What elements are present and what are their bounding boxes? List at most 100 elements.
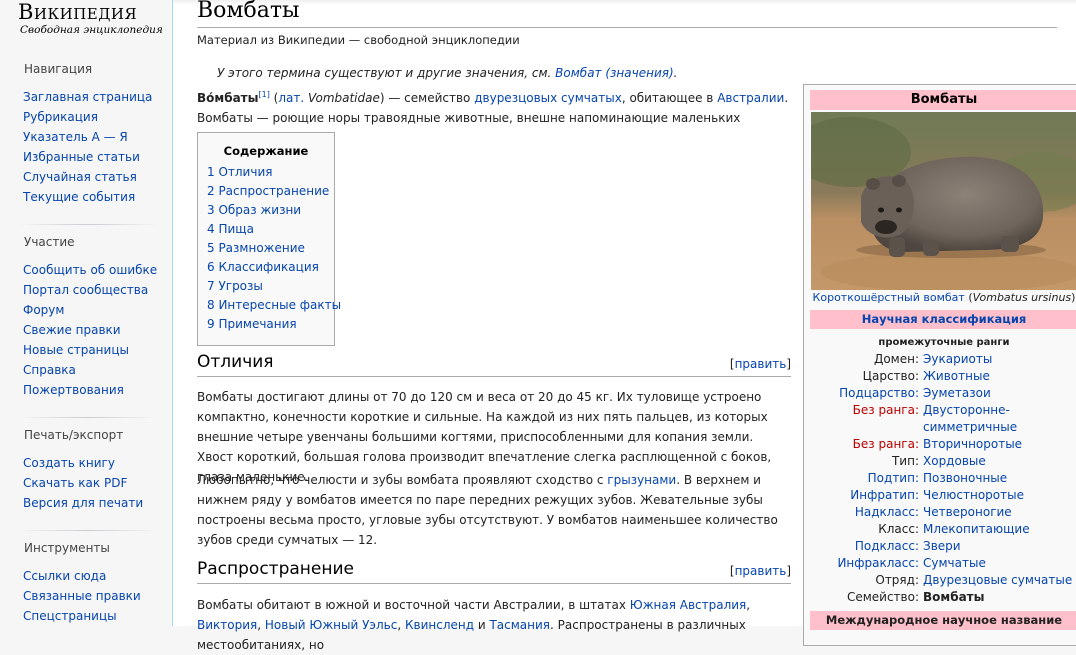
rank-label: Царство:: [862, 369, 919, 383]
toc-item[interactable]: 2 Распространение: [207, 184, 329, 198]
rank-value[interactable]: Сумчатые: [923, 555, 1076, 572]
rank-value[interactable]: Двурезцовые сумчатые: [923, 572, 1076, 589]
toc-item[interactable]: 1 Отличия: [207, 165, 272, 179]
rank-value: Вомбаты: [923, 590, 985, 604]
taxonomy-row: Инфракласс: Сумчатые: [810, 555, 1076, 572]
sidebar-item-community-portal[interactable]: Портал сообщества: [23, 283, 148, 297]
section-title: Распространение: [197, 559, 354, 579]
rank-label[interactable]: Надкласс:: [855, 504, 919, 521]
sidebar-item-donate[interactable]: Пожертвования: [23, 383, 124, 397]
participation-heading: Участие: [24, 235, 75, 249]
rank-label[interactable]: Подцарство:: [839, 385, 919, 402]
sidebar-item-forum[interactable]: Форум: [23, 303, 64, 317]
image-caption: Короткошёрстный вомбат (Vombatus ursinus…: [812, 291, 1076, 304]
sidebar: Википедия Свободная энциклопедия Навигац…: [0, 0, 172, 626]
rank-value[interactable]: Четвероногие: [923, 504, 1076, 521]
state-link[interactable]: Тасмания: [489, 618, 550, 632]
taxonomy-rows: Домен: Эукариоты Царство: Животные Подцарс…: [810, 351, 1076, 606]
sidebar-item-new-pages[interactable]: Новые страницы: [23, 343, 129, 357]
toc-item[interactable]: 4 Пища: [207, 222, 254, 236]
rank-value[interactable]: Млекопитающие: [923, 521, 1076, 538]
rank-value[interactable]: Эукариоты: [923, 351, 1076, 368]
toc-item[interactable]: 8 Интересные факты: [207, 298, 341, 312]
state-link[interactable]: Виктория: [197, 618, 257, 632]
rank-value[interactable]: Челюстноротые: [923, 487, 1076, 504]
state-link[interactable]: Новый Южный Уэльс: [265, 618, 397, 632]
hatnote-text: У этого термина существуют и другие знач…: [217, 66, 556, 80]
toc-item[interactable]: 3 Образ жизни: [207, 203, 301, 217]
hatnote-end: .: [673, 66, 678, 80]
rank-value[interactable]: Позвоночные: [923, 470, 1076, 487]
table-of-contents: Содержание 1 Отличия 2 Распространение 3…: [197, 132, 341, 346]
edit-section-link[interactable]: править: [735, 357, 787, 371]
sidebar-item-recent-changes[interactable]: Свежие правки: [23, 323, 121, 337]
toc-item[interactable]: 9 Примечания: [207, 317, 297, 331]
taxonomy-row: Надкласс: Четвероногие: [810, 504, 1076, 521]
lead-text: , обитающее в: [621, 91, 718, 105]
lead-text: ) — семейство: [379, 91, 475, 105]
taxonomy-row: Тип: Хордовые: [810, 453, 1076, 470]
paragraph: Любопытно, что челюсти и зубы вомбата пр…: [197, 473, 778, 547]
rank-label[interactable]: Инфратип:: [850, 487, 919, 504]
rank-value[interactable]: Вторичноротые: [923, 436, 1076, 453]
toc-item[interactable]: 7 Угрозы: [207, 279, 263, 293]
rank-label[interactable]: Без ранга:: [853, 402, 919, 419]
family-link[interactable]: двурезцовых сумчатых: [474, 91, 622, 105]
participation-list: Сообщить об ошибке Портал сообщества Фор…: [23, 260, 157, 400]
logo-title: Википедия: [18, 0, 138, 24]
sidebar-item-main-page[interactable]: Заглавная страница: [23, 90, 152, 104]
rank-label[interactable]: Подкласс:: [855, 538, 919, 555]
caption-link[interactable]: Короткошёрстный вомбат: [813, 291, 965, 304]
rank-label: Класс:: [878, 522, 919, 536]
taxonomy-row: Отряд: Двурезцовые сумчатые: [810, 572, 1076, 589]
toc-item[interactable]: 6 Классификация: [207, 260, 319, 274]
classification-header[interactable]: Научная классификация: [810, 310, 1076, 329]
print-list: Создать книгу Скачать как PDF Версия для…: [23, 453, 143, 513]
hatnote-link[interactable]: Вомбат (значения): [555, 66, 673, 80]
sidebar-item-current-events[interactable]: Текущие события: [23, 190, 135, 204]
content-top-bar: [173, 0, 1076, 5]
rodents-link[interactable]: грызунами: [607, 473, 676, 487]
rank-label[interactable]: Инфракласс:: [837, 555, 919, 572]
edit-section-link[interactable]: править: [735, 564, 787, 578]
rank-label: Тип:: [891, 454, 919, 468]
sidebar-item-random[interactable]: Случайная статья: [23, 170, 137, 184]
state-link[interactable]: Южная Австралия: [630, 598, 747, 612]
paragraph: Вомбаты обитают в южной и восточной част…: [197, 598, 751, 652]
taxonomy-row: Царство: Животные: [810, 368, 1076, 385]
sidebar-item-create-book[interactable]: Создать книгу: [23, 456, 115, 470]
rank-value[interactable]: Хордовые: [923, 453, 1076, 470]
sidebar-item-related-changes[interactable]: Связанные правки: [23, 589, 141, 603]
australia-link[interactable]: Австралии: [717, 91, 784, 105]
sidebar-item-help[interactable]: Справка: [23, 363, 76, 377]
sidebar-item-download-pdf[interactable]: Скачать как PDF: [23, 476, 127, 490]
rank-value[interactable]: Животные: [923, 368, 1076, 385]
sidebar-item-what-links-here[interactable]: Ссылки сюда: [23, 569, 106, 583]
international-name-header: Международное научное название: [810, 611, 1076, 630]
taxonomy-row: Подкласс: Звери: [810, 538, 1076, 555]
rank-label: Отряд:: [875, 573, 919, 587]
article-content: Вомбаты Материал из Википедии — свободно…: [172, 0, 1076, 652]
taxonomy-row: Домен: Эукариоты: [810, 351, 1076, 368]
page-title: Вомбаты: [197, 0, 300, 23]
latin-link[interactable]: лат.: [278, 91, 304, 105]
sidebar-item-featured[interactable]: Избранные статьи: [23, 150, 140, 164]
rank-label[interactable]: Без ранга:: [853, 436, 919, 453]
rank-label: Домен:: [873, 352, 919, 366]
rank-value[interactable]: Двусторонне-симметричные: [923, 402, 1076, 436]
toc-item[interactable]: 5 Размножение: [207, 241, 305, 255]
sidebar-item-index[interactable]: Указатель А — Я: [23, 130, 128, 144]
sidebar-item-printable[interactable]: Версия для печати: [23, 496, 143, 510]
edit-section: [править]: [729, 564, 791, 578]
sidebar-item-categories[interactable]: Рубрикация: [23, 110, 98, 124]
rank-value[interactable]: Эуметазои: [923, 385, 1076, 402]
rank-label[interactable]: Подтип:: [868, 470, 919, 487]
wombat-photo[interactable]: [811, 112, 1076, 290]
rank-value[interactable]: Звери: [923, 538, 1076, 555]
state-link[interactable]: Квинсленд: [405, 618, 474, 632]
footnote-ref[interactable]: [1]: [258, 90, 269, 99]
intermediate-ranks[interactable]: промежуточные ранги: [810, 337, 1076, 348]
sidebar-item-report-error[interactable]: Сообщить об ошибке: [23, 263, 157, 277]
title-divider: [197, 27, 1057, 28]
sidebar-item-special-pages[interactable]: Спецстраницы: [23, 609, 117, 623]
